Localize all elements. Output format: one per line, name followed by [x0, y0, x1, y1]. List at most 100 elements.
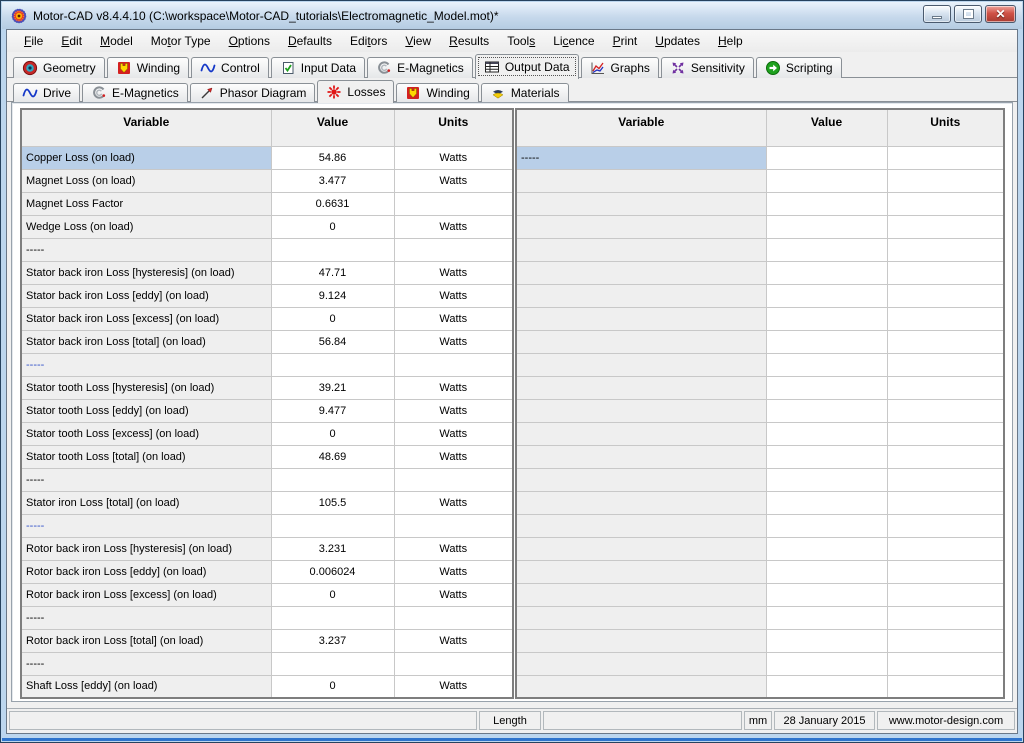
- value-cell[interactable]: [766, 192, 887, 215]
- variable-cell[interactable]: [516, 261, 766, 284]
- table-row[interactable]: Stator back iron Loss [hysteresis] (on l…: [21, 261, 513, 284]
- value-cell[interactable]: [271, 353, 394, 376]
- table-row[interactable]: [516, 491, 1004, 514]
- table-row[interactable]: Rotor back iron Loss [total] (on load) 3…: [21, 629, 513, 652]
- value-cell[interactable]: 0: [271, 307, 394, 330]
- table-row[interactable]: [516, 284, 1004, 307]
- table-row[interactable]: Stator back iron Loss [total] (on load) …: [21, 330, 513, 353]
- variable-cell[interactable]: Copper Loss (on load): [21, 146, 271, 169]
- variable-cell[interactable]: [516, 192, 766, 215]
- value-cell[interactable]: [766, 606, 887, 629]
- value-cell[interactable]: [766, 399, 887, 422]
- menu-item[interactable]: Model: [91, 32, 142, 50]
- variable-cell[interactable]: [516, 652, 766, 675]
- value-cell[interactable]: 48.69: [271, 445, 394, 468]
- tab-scripting[interactable]: Scripting: [756, 57, 842, 78]
- value-cell[interactable]: 0.6631: [271, 192, 394, 215]
- value-cell[interactable]: 3.231: [271, 537, 394, 560]
- value-cell[interactable]: [766, 514, 887, 537]
- variable-cell[interactable]: [516, 330, 766, 353]
- table-row[interactable]: [516, 629, 1004, 652]
- table-row[interactable]: -----: [21, 606, 513, 629]
- value-cell[interactable]: [271, 606, 394, 629]
- value-cell[interactable]: [271, 652, 394, 675]
- variable-cell[interactable]: [516, 215, 766, 238]
- variable-cell[interactable]: -----: [21, 514, 271, 537]
- subtab-emagnetics[interactable]: E-Magnetics: [82, 83, 188, 102]
- value-cell[interactable]: 9.124: [271, 284, 394, 307]
- value-cell[interactable]: [766, 238, 887, 261]
- table-row[interactable]: Stator back iron Loss [excess] (on load)…: [21, 307, 513, 330]
- variable-cell[interactable]: Magnet Loss Factor: [21, 192, 271, 215]
- variable-cell[interactable]: Stator back iron Loss [eddy] (on load): [21, 284, 271, 307]
- table-row[interactable]: [516, 583, 1004, 606]
- variable-cell[interactable]: [516, 353, 766, 376]
- value-cell[interactable]: [766, 560, 887, 583]
- variable-cell[interactable]: Stator tooth Loss [excess] (on load): [21, 422, 271, 445]
- table-row[interactable]: [516, 422, 1004, 445]
- menu-item[interactable]: View: [396, 32, 440, 50]
- table-row[interactable]: [516, 399, 1004, 422]
- table-row[interactable]: Shaft Loss [eddy] (on load) 0 Watts: [21, 675, 513, 698]
- variable-cell[interactable]: [516, 606, 766, 629]
- variable-cell[interactable]: Magnet Loss (on load): [21, 169, 271, 192]
- table-row[interactable]: [516, 560, 1004, 583]
- table-row[interactable]: -----: [21, 468, 513, 491]
- value-cell[interactable]: [271, 468, 394, 491]
- value-cell[interactable]: [766, 468, 887, 491]
- variable-cell[interactable]: [516, 514, 766, 537]
- value-cell[interactable]: [766, 353, 887, 376]
- variable-cell[interactable]: Rotor back iron Loss [hysteresis] (on lo…: [21, 537, 271, 560]
- value-cell[interactable]: 9.477: [271, 399, 394, 422]
- variable-cell[interactable]: [516, 307, 766, 330]
- menu-item[interactable]: Results: [440, 32, 498, 50]
- variable-cell[interactable]: [516, 537, 766, 560]
- value-cell[interactable]: [766, 422, 887, 445]
- variable-cell[interactable]: -----: [21, 652, 271, 675]
- menu-item[interactable]: File: [15, 32, 52, 50]
- value-cell[interactable]: 0: [271, 422, 394, 445]
- table-row[interactable]: [516, 238, 1004, 261]
- variable-cell[interactable]: Rotor back iron Loss [eddy] (on load): [21, 560, 271, 583]
- value-cell[interactable]: 54.86: [271, 146, 394, 169]
- variable-cell[interactable]: [516, 399, 766, 422]
- variable-cell[interactable]: Stator tooth Loss [hysteresis] (on load): [21, 376, 271, 399]
- minimize-button[interactable]: [923, 5, 951, 23]
- value-cell[interactable]: [271, 238, 394, 261]
- variable-cell[interactable]: -----: [516, 146, 766, 169]
- table-row[interactable]: -----: [21, 652, 513, 675]
- subtab-materials[interactable]: Materials: [481, 83, 569, 102]
- menu-item[interactable]: Help: [709, 32, 752, 50]
- menu-item[interactable]: Print: [604, 32, 647, 50]
- value-cell[interactable]: [766, 215, 887, 238]
- variable-cell[interactable]: [516, 468, 766, 491]
- value-cell[interactable]: [766, 652, 887, 675]
- variable-cell[interactable]: Rotor back iron Loss [excess] (on load): [21, 583, 271, 606]
- tab-sensitivity[interactable]: Sensitivity: [661, 57, 754, 78]
- menu-item[interactable]: Editors: [341, 32, 396, 50]
- table-row[interactable]: [516, 376, 1004, 399]
- table-row[interactable]: Stator tooth Loss [excess] (on load) 0 W…: [21, 422, 513, 445]
- value-cell[interactable]: [766, 169, 887, 192]
- value-cell[interactable]: [766, 583, 887, 606]
- value-cell[interactable]: [766, 376, 887, 399]
- value-cell[interactable]: [766, 675, 887, 698]
- table-row[interactable]: [516, 169, 1004, 192]
- variable-cell[interactable]: [516, 560, 766, 583]
- variable-cell[interactable]: [516, 376, 766, 399]
- table-row[interactable]: [516, 215, 1004, 238]
- variable-cell[interactable]: [516, 583, 766, 606]
- table-row[interactable]: Stator tooth Loss [total] (on load) 48.6…: [21, 445, 513, 468]
- subtab-losses[interactable]: Losses: [317, 80, 394, 103]
- variable-cell[interactable]: -----: [21, 468, 271, 491]
- variable-cell[interactable]: Stator iron Loss [total] (on load): [21, 491, 271, 514]
- table-row[interactable]: [516, 445, 1004, 468]
- table-row[interactable]: [516, 261, 1004, 284]
- value-cell[interactable]: [766, 537, 887, 560]
- value-cell[interactable]: 3.477: [271, 169, 394, 192]
- table-row[interactable]: Rotor back iron Loss [hysteresis] (on lo…: [21, 537, 513, 560]
- table-row[interactable]: Stator tooth Loss [eddy] (on load) 9.477…: [21, 399, 513, 422]
- table-row[interactable]: [516, 307, 1004, 330]
- value-cell[interactable]: 39.21: [271, 376, 394, 399]
- subtab-phasor-diagram[interactable]: Phasor Diagram: [190, 83, 316, 102]
